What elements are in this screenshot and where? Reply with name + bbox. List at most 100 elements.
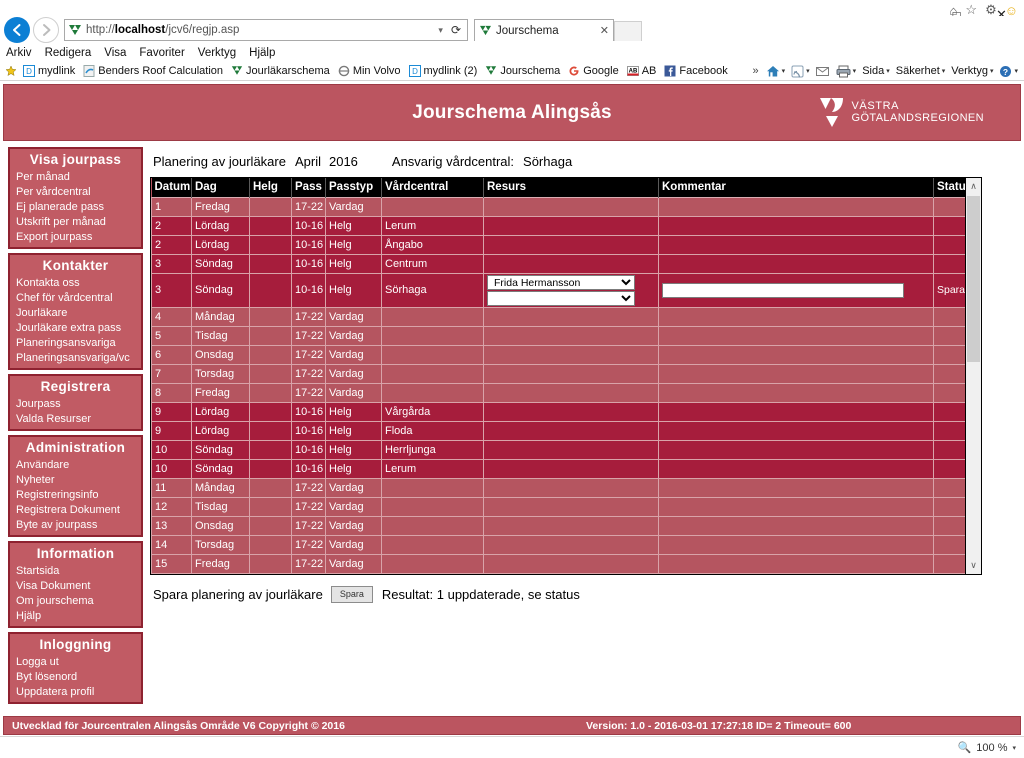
menu-item-hjalp[interactable]: Hjälp	[249, 47, 275, 59]
help-button[interactable]: ? ▾	[997, 65, 1020, 78]
save-button[interactable]: Spara	[330, 585, 373, 603]
favorites-folder-icon[interactable]	[5, 65, 17, 77]
tab-jourschema[interactable]: Jourschema ✕	[474, 19, 614, 41]
sidebar-item-byte-av-jourpass[interactable]: Byte av jourpass	[10, 518, 141, 533]
table-row[interactable]: 10 Söndag 10-16 Helg Lerum	[151, 458, 967, 479]
favorite-mydlink-2[interactable]: D mydlink (2)	[407, 65, 480, 77]
command-sakerhet[interactable]: Säkerhet ▾	[894, 65, 948, 77]
table-scrollbar[interactable]: ∧ ∨	[965, 178, 981, 574]
menu-item-favoriter[interactable]: Favoriter	[139, 47, 184, 59]
sidebar-item-kontakta-oss[interactable]: Kontakta oss	[10, 276, 141, 291]
table-row[interactable]: 15 Fredag 17-22 Vardag	[151, 553, 967, 574]
sidebar-item-jourlakare-extra-pass[interactable]: Jourläkare extra pass	[10, 321, 141, 336]
comment-input[interactable]	[662, 282, 904, 298]
chevron-down-icon[interactable]: ▾	[942, 67, 946, 75]
scroll-up-arrow-icon[interactable]: ∧	[966, 178, 981, 194]
sidebar-item-utskrift-per-manad[interactable]: Utskrift per månad	[10, 215, 141, 230]
sidebar-item-ej-planerade-pass[interactable]: Ej planerade pass	[10, 200, 141, 215]
cell-resurs[interactable]: Frida Hermansson	[483, 272, 659, 308]
home-icon[interactable]: ⌂	[950, 3, 958, 18]
zoom-caret-icon[interactable]: ▾	[1012, 744, 1016, 752]
table-row[interactable]: 3 Söndag 10-16 Helg Centrum	[151, 253, 967, 274]
sidebar-item-startsida[interactable]: Startsida	[10, 564, 141, 579]
address-bar[interactable]: http://localhost/jcv6/regjp.asp ▾ ⟳	[64, 19, 468, 41]
tab-close-icon[interactable]: ✕	[596, 24, 609, 37]
resource-select[interactable]: Frida Hermansson	[487, 274, 635, 290]
menu-item-visa[interactable]: Visa	[104, 47, 126, 59]
table-row[interactable]: 9 Lördag 10-16 Helg Floda	[151, 420, 967, 441]
new-tab-button[interactable]	[614, 21, 642, 41]
zoom-level[interactable]: 100 %	[976, 742, 1007, 754]
sidebar-item-byt-losenord[interactable]: Byt lösenord	[10, 670, 141, 685]
favorite-google[interactable]: Google	[566, 65, 620, 77]
zoom-icon[interactable]: 🔍	[958, 741, 972, 754]
favorite-min-volvo[interactable]: Min Volvo	[336, 65, 403, 77]
sidebar-item-registrera-dokument[interactable]: Registrera Dokument	[10, 503, 141, 518]
chevron-down-icon[interactable]: ▾	[886, 67, 890, 75]
chevron-down-icon[interactable]: ▾	[853, 67, 857, 75]
table-row[interactable]: 10 Söndag 10-16 Helg Herrljunga	[151, 439, 967, 460]
sidebar-item-per-vardcentral[interactable]: Per vårdcentral	[10, 185, 141, 200]
sidebar-item-per-manad[interactable]: Per månad	[10, 170, 141, 185]
favorite-ab[interactable]: AB AB	[625, 65, 659, 77]
smiley-icon[interactable]: ☺	[1005, 3, 1018, 18]
sidebar-item-planeringsansvariga[interactable]: Planeringsansvariga	[10, 336, 141, 351]
back-button[interactable]	[4, 17, 30, 43]
favorite-jourlakarschema[interactable]: Jourläkarschema	[229, 65, 332, 77]
sidebar-item-nyheter[interactable]: Nyheter	[10, 473, 141, 488]
command-sida[interactable]: Sida ▾	[860, 65, 892, 77]
favorite-mydlink[interactable]: D mydlink	[21, 65, 77, 77]
table-row[interactable]: 12 Tisdag 17-22 Vardag	[151, 496, 967, 517]
sidebar-item-registreringsinfo[interactable]: Registreringsinfo	[10, 488, 141, 503]
table-row[interactable]: 2 Lördag 10-16 Helg Ångabo	[151, 234, 967, 255]
chevron-down-icon[interactable]: ▾	[782, 67, 786, 75]
feeds-button[interactable]: ▾	[789, 65, 812, 78]
menu-item-redigera[interactable]: Redigera	[45, 47, 92, 59]
favorite-jourschema[interactable]: Jourschema	[483, 65, 562, 77]
sidebar-item-export-jourpass[interactable]: Export jourpass	[10, 230, 141, 245]
scroll-down-arrow-icon[interactable]: ∨	[966, 557, 981, 574]
table-row[interactable]: 14 Torsdag 17-22 Vardag	[151, 534, 967, 555]
sidebar-item-hjalp[interactable]: Hjälp	[10, 609, 141, 624]
favorites-star-icon[interactable]: ☆	[965, 2, 977, 18]
table-row[interactable]: 8 Fredag 17-22 Vardag	[151, 382, 967, 403]
table-row[interactable]: 1 Fredag 17-22 Vardag	[151, 196, 967, 217]
sidebar-item-logga-ut[interactable]: Logga ut	[10, 655, 141, 670]
table-row[interactable]: 5 Tisdag 17-22 Vardag	[151, 325, 967, 346]
settings-gear-icon[interactable]: ⚙	[985, 2, 997, 18]
chevron-down-icon[interactable]: ▾	[1014, 67, 1018, 75]
chevron-down-icon[interactable]: ▾	[806, 67, 810, 75]
table-row[interactable]: 13 Onsdag 17-22 Vardag	[151, 515, 967, 536]
sidebar-item-jourlakare[interactable]: Jourläkare	[10, 306, 141, 321]
overflow-chevron-icon[interactable]: »	[750, 65, 762, 77]
mail-button[interactable]	[814, 66, 832, 77]
address-dropdown-icon[interactable]: ▾	[433, 25, 448, 36]
resource-select-secondary[interactable]	[487, 290, 635, 306]
sidebar-item-uppdatera-profil[interactable]: Uppdatera profil	[10, 685, 141, 700]
table-row[interactable]: 7 Torsdag 17-22 Vardag	[151, 363, 967, 384]
sidebar-item-valda-resurser[interactable]: Valda Resurser	[10, 412, 141, 427]
table-row[interactable]: 9 Lördag 10-16 Helg Vårgårda	[151, 401, 967, 422]
sidebar-item-visa-dokument[interactable]: Visa Dokument	[10, 579, 141, 594]
favorite-benders-roof-calculation[interactable]: Benders Roof Calculation	[81, 65, 225, 77]
chevron-down-icon[interactable]: ▾	[990, 67, 994, 75]
menu-item-verktyg[interactable]: Verktyg	[198, 47, 236, 59]
favorite-facebook[interactable]: Facebook	[662, 65, 729, 77]
table-row[interactable]: 3 Söndag 10-16 Helg Sörhaga Frida Hermansson S…	[151, 272, 967, 308]
menu-item-arkiv[interactable]: Arkiv	[6, 47, 32, 59]
scrollbar-track[interactable]	[966, 194, 981, 558]
table-row[interactable]: 11 Måndag 17-22 Vardag	[151, 477, 967, 498]
command-verktyg[interactable]: Verktyg ▾	[949, 65, 995, 77]
table-row[interactable]: 6 Onsdag 17-22 Vardag	[151, 344, 967, 365]
home-button[interactable]: ▾	[764, 65, 788, 78]
table-row[interactable]: 2 Lördag 10-16 Helg Lerum	[151, 215, 967, 236]
forward-button[interactable]	[33, 17, 59, 43]
table-row[interactable]: 4 Måndag 17-22 Vardag	[151, 306, 967, 327]
sidebar-item-om-jourschema[interactable]: Om jourschema	[10, 594, 141, 609]
reload-icon[interactable]: ⟳	[448, 23, 464, 37]
sidebar-item-jourpass[interactable]: Jourpass	[10, 397, 141, 412]
sidebar-item-chef-for-vardcentral[interactable]: Chef för vårdcentral	[10, 291, 141, 306]
cell-kommentar[interactable]	[658, 272, 934, 308]
print-button[interactable]: ▾	[834, 65, 859, 78]
scrollbar-thumb[interactable]	[967, 196, 980, 362]
